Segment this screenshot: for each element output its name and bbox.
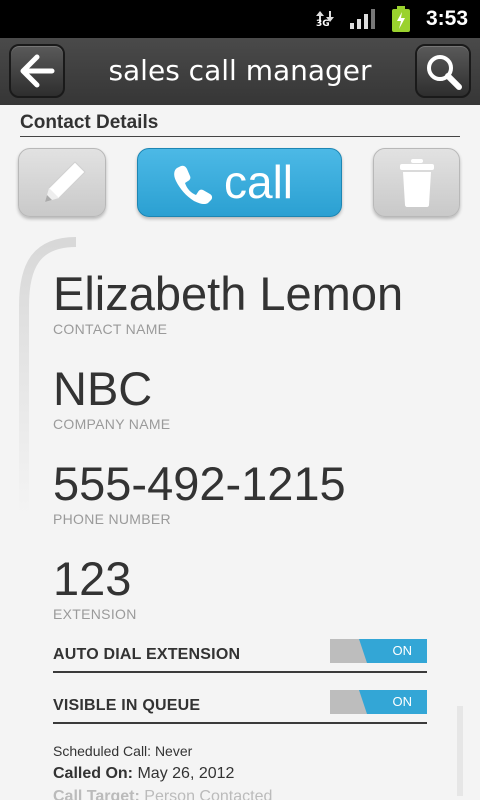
signal-strength-icon [350, 9, 375, 29]
back-button[interactable] [9, 44, 65, 98]
call-button[interactable]: call [137, 148, 342, 217]
search-button[interactable] [415, 44, 471, 98]
network-type-text: 3G [316, 19, 330, 29]
extension-value: 123 [53, 552, 132, 605]
visible-queue-toggle-state: ON [392, 694, 413, 709]
visible-queue-label: VISIBLE IN QUEUE [53, 697, 201, 714]
network-3g-icon: 3G [316, 8, 334, 30]
search-icon [427, 55, 462, 90]
company-name-value: NBC [53, 362, 153, 415]
call-target-value: Person Contacted [144, 788, 273, 800]
extension-label: EXTENSION [53, 606, 137, 622]
phone-number-label: PHONE NUMBER [53, 511, 171, 527]
auto-dial-label: AUTO DIAL EXTENSION [53, 646, 241, 663]
contact-name-label: CONTACT NAME [53, 321, 168, 337]
call-target-label: Call Target: [53, 788, 140, 800]
title-bar: sales call manager [0, 38, 480, 105]
section-heading: Contact Details [20, 112, 460, 137]
called-on-text: Called On: May 26, 2012 [53, 765, 234, 783]
company-name-label: COMPANY NAME [53, 416, 171, 432]
contact-name-value: Elizabeth Lemon [53, 267, 404, 320]
called-on-value: May 26, 2012 [137, 765, 235, 782]
auto-dial-row: AUTO DIAL EXTENSION ON [53, 639, 427, 673]
call-target-text: Call Target: Person Contacted [53, 788, 272, 800]
visible-queue-row: VISIBLE IN QUEUE ON [53, 690, 427, 724]
called-on-label: Called On: [53, 765, 134, 782]
pencil-icon [44, 161, 86, 203]
edit-button[interactable] [18, 148, 106, 217]
status-bar: 3G 3:53 [0, 0, 480, 38]
phone-icon [174, 165, 213, 205]
scheduled-call-text: Scheduled Call: Never [53, 743, 193, 759]
auto-dial-toggle[interactable]: ON [330, 639, 427, 663]
trash-icon [400, 159, 434, 207]
auto-dial-toggle-state: ON [392, 643, 413, 658]
clock: 3:53 [426, 7, 469, 30]
app-title: sales call manager [108, 54, 372, 87]
visible-queue-toggle[interactable]: ON [330, 690, 427, 714]
back-arrow-icon [20, 54, 55, 88]
call-button-label: call [224, 156, 294, 208]
phone-number-value: 555-492-1215 [53, 457, 346, 510]
battery-charging-icon [392, 6, 410, 32]
delete-button[interactable] [373, 148, 460, 217]
